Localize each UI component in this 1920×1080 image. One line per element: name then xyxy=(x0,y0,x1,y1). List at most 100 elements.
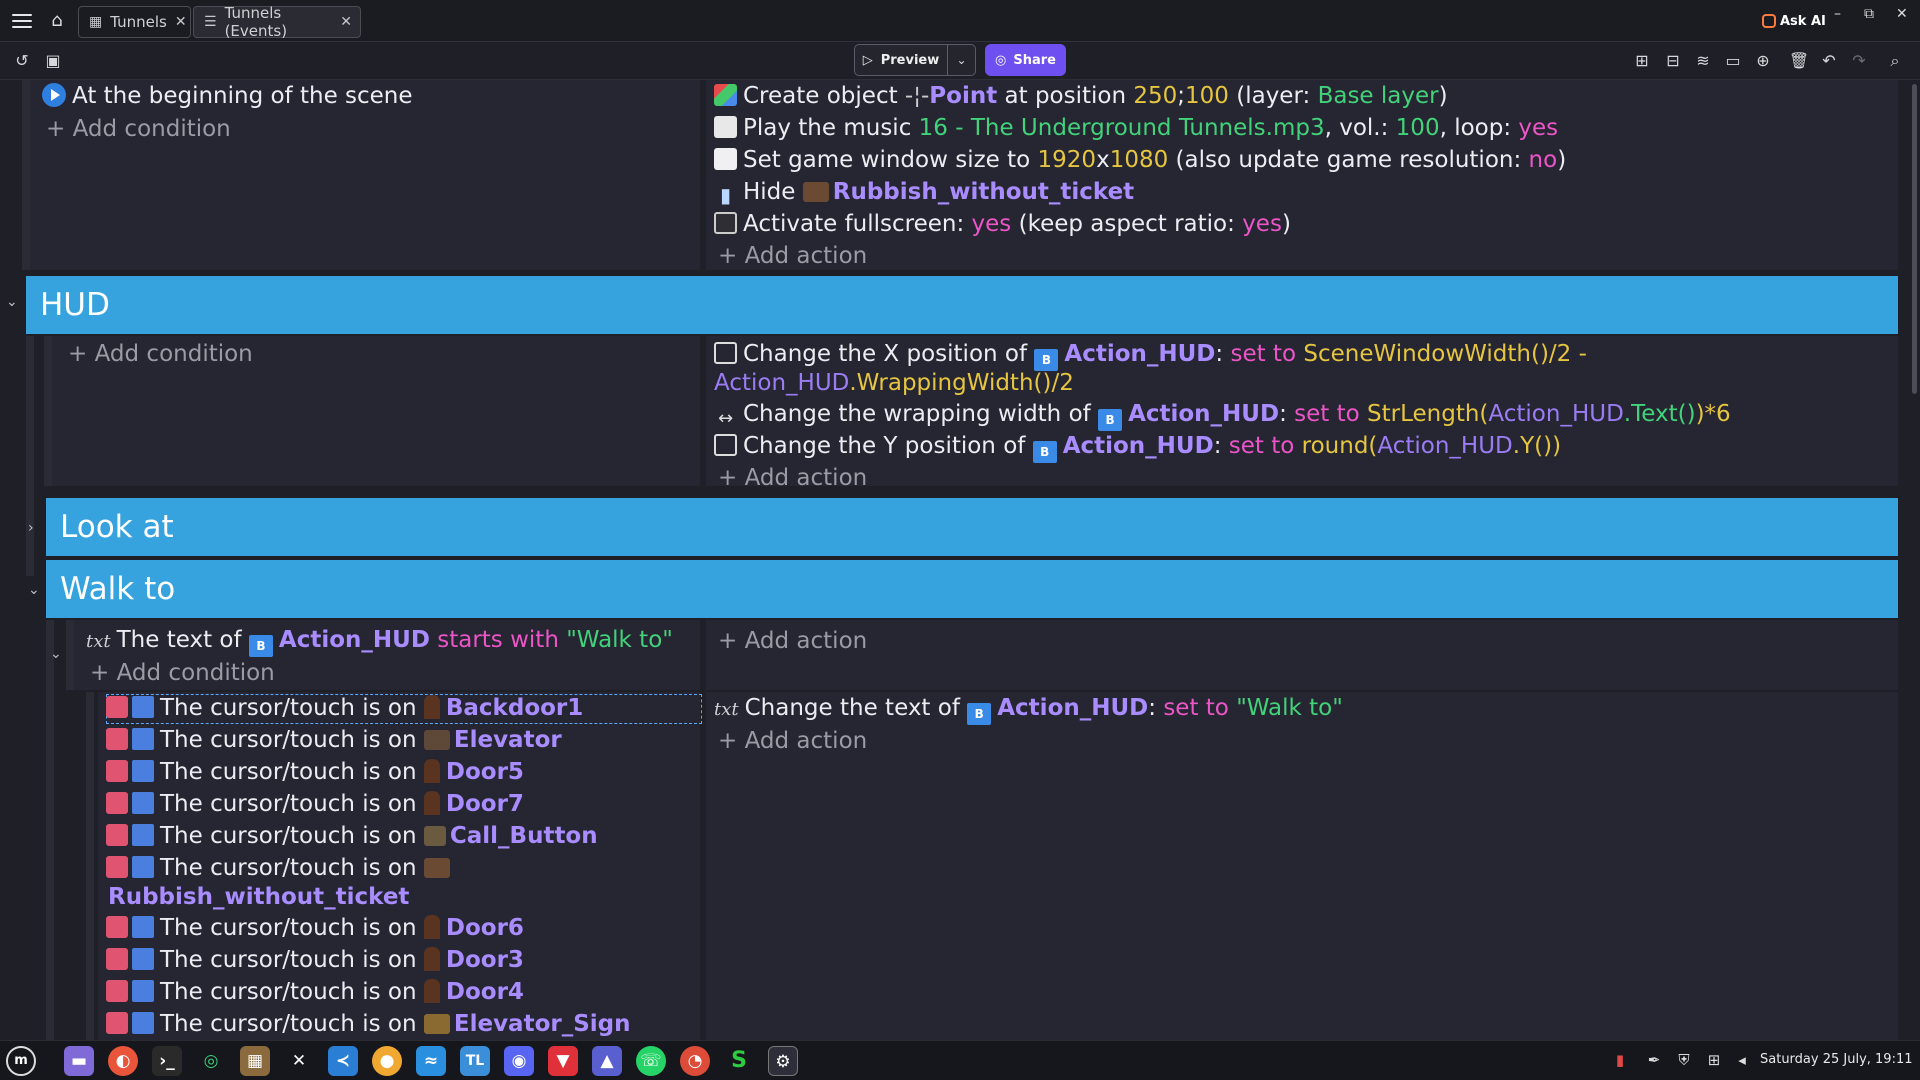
minecraft-icon[interactable]: ▦ xyxy=(240,1046,270,1076)
action-hide-object[interactable]: ▮ Hide Rubbish_without_ticket xyxy=(714,176,1134,208)
delete-icon[interactable]: 🗑 xyxy=(1788,50,1810,72)
shield-icon[interactable]: ⛨ xyxy=(1674,1050,1694,1070)
network-app-icon[interactable]: ◎ xyxy=(196,1046,226,1076)
add-action-button[interactable]: + Add action xyxy=(718,725,867,757)
teams-icon[interactable]: ▲ xyxy=(592,1046,622,1076)
bitmap-text-icon: B xyxy=(1098,409,1123,431)
s-app-icon[interactable]: S xyxy=(724,1046,754,1076)
volume-icon[interactable]: ◂ xyxy=(1732,1050,1752,1070)
condition-cursor-on[interactable]: The cursor/touch is on Call_Button xyxy=(106,820,598,852)
add-action-button[interactable]: + Add action xyxy=(718,240,867,272)
app-icon[interactable]: ● xyxy=(372,1046,402,1076)
close-icon[interactable]: ✕ xyxy=(340,14,352,30)
scrollbar-thumb[interactable] xyxy=(1912,84,1917,394)
whatsapp-icon[interactable]: ☏ xyxy=(636,1046,666,1076)
condition-cursor-on[interactable]: The cursor/touch is on xyxy=(106,852,454,884)
add-action-button[interactable]: + Add action xyxy=(718,625,867,657)
door-object-icon xyxy=(423,979,440,1003)
add-other-icon[interactable]: ≋ xyxy=(1692,50,1714,72)
tl-app-icon[interactable]: TL xyxy=(460,1046,490,1076)
condition-cursor-on[interactable]: The cursor/touch is on Door4 xyxy=(106,976,524,1008)
door-object-icon xyxy=(423,791,440,815)
firefox-icon[interactable]: ◐ xyxy=(108,1046,138,1076)
terminal-icon[interactable]: ›_ xyxy=(152,1046,182,1076)
condition-cursor-on[interactable]: The cursor/touch is on Door6 xyxy=(106,912,524,944)
maximize-icon[interactable]: ⧉ xyxy=(1864,6,1874,22)
network-icon[interactable]: ⊞ xyxy=(1704,1050,1724,1070)
collapse-chevron-icon[interactable]: ⌄ xyxy=(50,646,62,662)
search-icon[interactable]: ⌕ xyxy=(1884,50,1906,72)
undo-icon[interactable]: ↶ xyxy=(1818,50,1840,72)
group-look-at[interactable]: Look at xyxy=(46,498,1898,556)
mouse-icon xyxy=(132,948,154,970)
toolbar: ↺ ▣ ▷ Preview ⌄ ◎ Share ⊞ ⊟ ≋ ▭ ⊕ 🗑 ↶ ↷ … xyxy=(0,42,1920,80)
discord-icon[interactable]: ◉ xyxy=(504,1046,534,1076)
vertical-scrollbar[interactable] xyxy=(1910,80,1920,1040)
condition-cursor-on[interactable]: The cursor/touch is on Door7 xyxy=(106,788,524,820)
play-icon: ▷ xyxy=(862,52,873,68)
start-menu-icon[interactable]: m xyxy=(6,1046,36,1076)
gutter-bar xyxy=(22,80,30,270)
home-icon[interactable]: ⌂ xyxy=(46,10,68,32)
feather-icon[interactable]: ✒ xyxy=(1644,1050,1664,1070)
add-condition-button[interactable]: + Add condition xyxy=(46,113,231,145)
vscode-icon[interactable]: ≺ xyxy=(328,1046,358,1076)
chrome-icon[interactable]: ◔ xyxy=(680,1046,710,1076)
add-subevent-icon[interactable]: ⊟ xyxy=(1662,50,1684,72)
collapse-chevron-icon[interactable]: ⌄ xyxy=(6,294,18,310)
width-icon: ↔ xyxy=(717,408,734,429)
condition-cursor-on[interactable]: The cursor/touch is on Elevator xyxy=(106,724,562,756)
mouse-icon xyxy=(132,728,154,750)
hamburger-menu-icon[interactable] xyxy=(12,11,32,31)
cursor-icon xyxy=(106,696,128,718)
condition-text-starts-with[interactable]: txt The text of B Action_HUD starts with "… xyxy=(86,624,673,658)
preview-button[interactable]: ▷ Preview xyxy=(854,44,948,76)
add-action-button[interactable]: + Add action xyxy=(718,462,867,494)
app-icon[interactable]: ≈ xyxy=(416,1046,446,1076)
add-event-icon[interactable]: ⊞ xyxy=(1631,50,1653,72)
condition-cursor-on[interactable]: The cursor/touch is on Door5 xyxy=(106,756,524,788)
action-change-y[interactable]: Change the Y position of B Action_HUD: se… xyxy=(714,430,1561,463)
tab-tunnels-events[interactable]: ☰ Tunnels (Events) ✕ xyxy=(193,4,361,40)
clock[interactable]: Saturday 25 July, 19:11 xyxy=(1760,1052,1913,1067)
share-button[interactable]: ◎ Share xyxy=(985,44,1066,76)
action-play-music[interactable]: Play the music 16 - The Underground Tunn… xyxy=(714,112,1558,144)
action-create-object[interactable]: Create object -¦-Point at position 250;1… xyxy=(714,80,1448,112)
x-app-icon[interactable]: ✕ xyxy=(284,1046,314,1076)
door-object-icon xyxy=(423,947,440,971)
cursor-icon xyxy=(106,792,128,814)
condition-scene-start[interactable]: At the beginning of the scene xyxy=(42,80,413,112)
gdevelop-icon[interactable]: ⚙ xyxy=(768,1046,798,1076)
group-walk-to[interactable]: Walk to xyxy=(46,560,1898,618)
lock-icon[interactable]: ▮ xyxy=(1610,1050,1630,1070)
expand-chevron-icon[interactable]: › xyxy=(28,520,34,536)
action-fullscreen[interactable]: Activate fullscreen: yes (keep aspect ra… xyxy=(714,208,1291,240)
collapse-chevron-icon[interactable]: ⌄ xyxy=(28,582,40,598)
scene-start-icon xyxy=(42,83,66,107)
ask-ai-button[interactable]: Ask AI xyxy=(1762,9,1826,33)
group-hud[interactable]: HUD xyxy=(26,276,1898,334)
tab-tunnels[interactable]: ▦ Tunnels ✕ xyxy=(78,6,191,38)
minimize-icon[interactable]: – xyxy=(1834,6,1841,22)
action-window-size[interactable]: Set game window size to 1920x1080 (also … xyxy=(714,144,1566,176)
action-block[interactable] xyxy=(706,620,1898,690)
history-icon[interactable]: ↺ xyxy=(11,50,33,72)
save-icon[interactable]: ▣ xyxy=(42,50,64,72)
preview-dropdown-button[interactable]: ⌄ xyxy=(948,44,976,76)
condition-cursor-on[interactable]: The cursor/touch is on Door3 xyxy=(106,944,524,976)
close-window-icon[interactable]: ✕ xyxy=(1896,6,1908,22)
position-icon xyxy=(714,342,737,364)
brave-icon[interactable]: ▼ xyxy=(548,1046,578,1076)
redo-icon[interactable]: ↷ xyxy=(1848,50,1870,72)
add-icon[interactable]: ⊕ xyxy=(1752,50,1774,72)
comment-icon[interactable]: ▭ xyxy=(1722,50,1744,72)
files-icon[interactable]: ▬ xyxy=(64,1046,94,1076)
action-wrapping-width[interactable]: ↔ Change the wrapping width of B Action_HU… xyxy=(714,398,1731,431)
action-change-text[interactable]: txt Change the text of B Action_HUD: set t… xyxy=(714,692,1343,726)
add-condition-button[interactable]: + Add condition xyxy=(90,657,275,689)
condition-cursor-on[interactable]: The cursor/touch is on Backdoor1 xyxy=(106,692,583,724)
close-icon[interactable]: ✕ xyxy=(175,14,187,30)
action-block[interactable] xyxy=(706,692,1898,1040)
condition-cursor-on[interactable]: The cursor/touch is on Elevator_Sign xyxy=(106,1008,631,1040)
add-condition-button[interactable]: + Add condition xyxy=(68,338,253,370)
